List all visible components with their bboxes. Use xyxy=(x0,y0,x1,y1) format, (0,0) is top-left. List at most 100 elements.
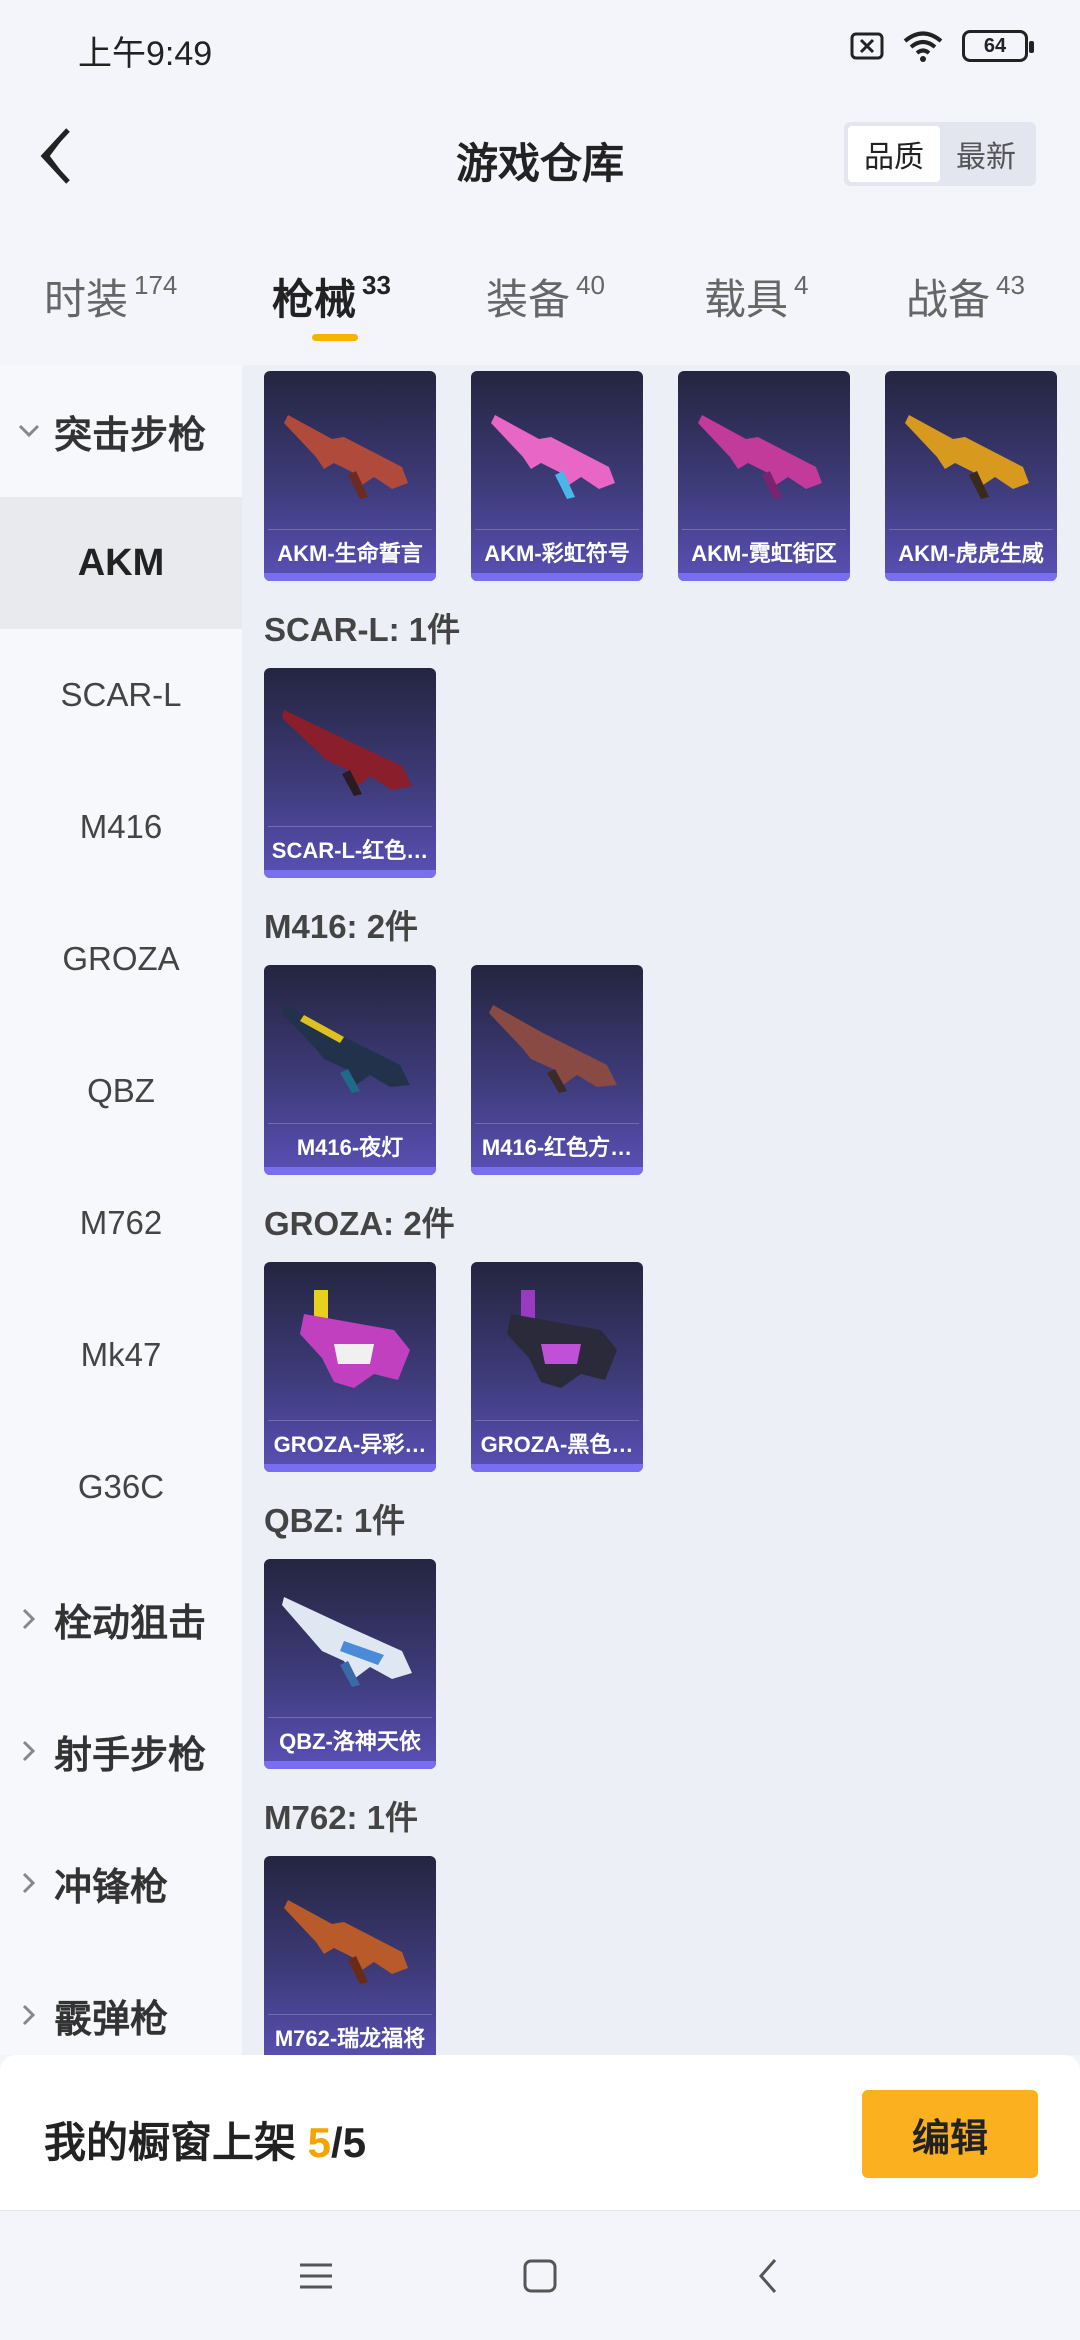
sidebar-category-shotgun[interactable]: 霰弹枪 xyxy=(0,1949,242,2055)
skin-name: AKM-生命誓言 xyxy=(268,529,432,573)
sidebar-item-mk47[interactable]: Mk47 xyxy=(0,1289,242,1421)
rarity-bar xyxy=(885,573,1057,581)
group-title-groza: GROZA: 2件 xyxy=(264,1205,455,1242)
skin-card[interactable]: GROZA-黑色… xyxy=(471,1262,643,1472)
skin-name: AKM-霓虹街区 xyxy=(682,529,846,573)
tab-label: 装备 xyxy=(486,276,571,323)
showcase-footer: 我的橱窗上架 5/5 编辑 xyxy=(0,2055,1080,2210)
rarity-bar xyxy=(471,573,643,581)
showcase-label: 我的橱窗上架 xyxy=(44,2119,308,2166)
rarity-bar xyxy=(264,1464,436,1472)
battery-level: 64 xyxy=(983,34,1007,57)
chevron-right-icon xyxy=(18,1740,40,1762)
skin-name: AKM-彩虹符号 xyxy=(475,529,639,573)
sidebar-item-g36c[interactable]: G36C xyxy=(0,1421,242,1553)
sidebar-category-assault-rifle[interactable]: 突击步枪 xyxy=(0,365,242,497)
tab-fashion[interactable]: 时装 174 xyxy=(44,266,177,327)
tab-vehicles[interactable]: 载具 4 xyxy=(704,266,808,327)
tab-equipment[interactable]: 装备 40 xyxy=(486,266,605,327)
status-icons: 64 xyxy=(850,30,1034,62)
qbz-gun-icon xyxy=(282,1597,412,1687)
skin-card[interactable]: QBZ-洛神天依 xyxy=(264,1559,436,1769)
skin-card[interactable]: AKM-虎虎生威 xyxy=(885,371,1057,581)
menu-button[interactable] xyxy=(286,2249,346,2303)
skin-card[interactable]: M416-夜灯 xyxy=(264,965,436,1175)
back-chevron-icon xyxy=(759,2259,777,2293)
tab-label: 载具 xyxy=(704,276,789,323)
akm-gun-icon xyxy=(698,415,822,499)
tab-count: 33 xyxy=(362,270,391,300)
home-button[interactable] xyxy=(510,2249,570,2303)
m416-gun-icon xyxy=(282,1005,410,1093)
tab-count: 43 xyxy=(996,270,1025,300)
chevron-right-icon xyxy=(18,1872,40,1894)
sidebar-item-qbz[interactable]: QBZ xyxy=(0,1025,242,1157)
tab-count: 4 xyxy=(794,270,809,300)
chevron-right-icon xyxy=(18,1608,40,1630)
sidebar-item-akm[interactable]: AKM xyxy=(0,497,242,629)
tab-supplies[interactable]: 战备 43 xyxy=(906,266,1025,327)
groza-gun-icon xyxy=(300,1290,410,1388)
sidebar-category-marksman[interactable]: 射手步枪 xyxy=(0,1685,242,1817)
skin-name: GROZA-黑色… xyxy=(475,1420,639,1464)
skin-card[interactable]: M416-红色方… xyxy=(471,965,643,1175)
showcase-status: 我的橱窗上架 5/5 xyxy=(44,2109,366,2170)
skin-name: M762-瑞龙福将 xyxy=(268,2014,432,2055)
sort-toggle: 品质 最新 xyxy=(844,122,1036,186)
sidebar-item-m416[interactable]: M416 xyxy=(0,761,242,893)
sidebar-item-scar-l[interactable]: SCAR-L xyxy=(0,629,242,761)
system-nav-bar xyxy=(0,2210,1080,2340)
rarity-bar xyxy=(471,1167,643,1175)
home-square-icon xyxy=(523,2259,557,2293)
tab-count: 40 xyxy=(576,270,605,300)
skin-name: AKM-虎虎生威 xyxy=(889,529,1053,573)
edit-button[interactable]: 编辑 xyxy=(862,2090,1038,2178)
group-title-m762: M762: 1件 xyxy=(264,1799,419,1836)
skin-card[interactable]: AKM-彩虹符号 xyxy=(471,371,643,581)
sort-quality-button[interactable]: 品质 xyxy=(848,126,940,182)
skin-name: SCAR-L-红色… xyxy=(268,826,432,870)
status-bar: 上午9:49 64 xyxy=(0,0,1080,96)
skin-card[interactable]: SCAR-L-红色… xyxy=(264,668,436,878)
battery-icon: 64 xyxy=(962,30,1034,62)
tab-label: 战备 xyxy=(906,276,991,323)
header: 游戏仓库 品质 最新 xyxy=(0,96,1080,216)
status-time: 上午9:49 xyxy=(78,35,213,73)
skin-name: QBZ-洛神天依 xyxy=(268,1717,432,1761)
showcase-current-count: 5 xyxy=(307,2119,332,2166)
sidebar-category-bolt-sniper[interactable]: 栓动狙击 xyxy=(0,1553,242,1685)
rarity-bar xyxy=(471,1464,643,1472)
skin-name: M416-红色方… xyxy=(475,1123,639,1167)
skin-name: GROZA-异彩… xyxy=(268,1420,432,1464)
weapon-sidebar: 突击步枪 AKM SCAR-L M416 GROZA QBZ M762 Mk47… xyxy=(0,365,242,2055)
akm-gun-icon xyxy=(491,415,615,499)
showcase-total-count: /5 xyxy=(331,2119,367,2166)
rarity-bar xyxy=(264,573,436,581)
group-title-qbz: QBZ: 1件 xyxy=(264,1502,406,1539)
chevron-right-icon xyxy=(18,2004,40,2026)
tab-guns[interactable]: 枪械 33 xyxy=(272,266,391,327)
skin-card[interactable]: AKM-霓虹街区 xyxy=(678,371,850,581)
rarity-bar xyxy=(264,1167,436,1175)
skin-card[interactable]: GROZA-异彩… xyxy=(264,1262,436,1472)
tab-label: 枪械 xyxy=(272,276,357,323)
sidebar-item-m762[interactable]: M762 xyxy=(0,1157,242,1289)
nav-back-button[interactable] xyxy=(738,2249,798,2303)
skin-card[interactable]: M762-瑞龙福将 xyxy=(264,1856,436,2055)
m416-gun-icon xyxy=(489,1005,617,1093)
group-title-scar-l: SCAR-L: 1件 xyxy=(264,611,461,648)
sidebar-category-label: 冲锋枪 xyxy=(54,1866,169,1909)
sidebar-item-groza[interactable]: GROZA xyxy=(0,893,242,1025)
rarity-bar xyxy=(264,870,436,878)
akm-gun-icon xyxy=(905,415,1029,499)
sidebar-category-smg[interactable]: 冲锋枪 xyxy=(0,1817,242,1949)
wifi-icon xyxy=(903,31,943,62)
group-title-m416: M416: 2件 xyxy=(264,908,419,945)
sidebar-category-label: 霰弹枪 xyxy=(54,1998,169,2041)
m762-gun-icon xyxy=(284,1900,408,1984)
sort-latest-button[interactable]: 最新 xyxy=(940,126,1032,182)
sim-blocked-icon xyxy=(850,32,884,60)
skin-card[interactable]: AKM-生命誓言 xyxy=(264,371,436,581)
chevron-down-icon xyxy=(18,420,40,442)
sidebar-category-label: 突击步枪 xyxy=(54,414,207,457)
